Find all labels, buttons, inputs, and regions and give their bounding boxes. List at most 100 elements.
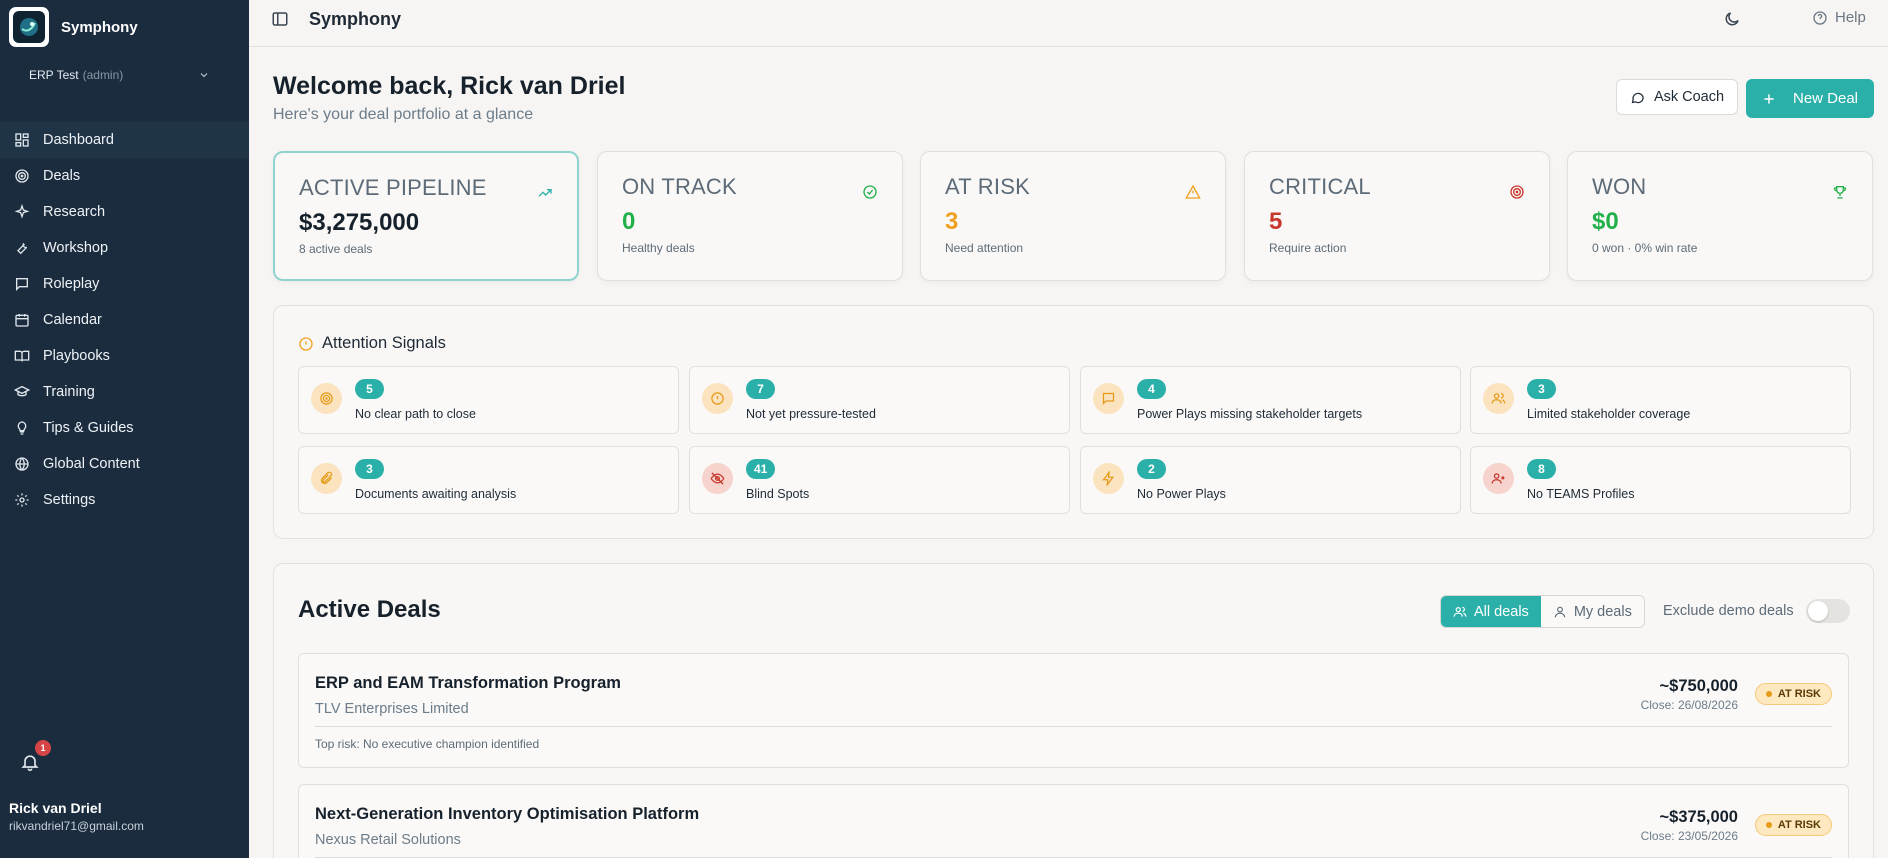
new-deal-button[interactable]: New Deal	[1746, 79, 1874, 118]
deal-top-risk: Top risk: No executive champion identifi…	[315, 737, 540, 751]
exclude-demo-toggle[interactable]	[1806, 599, 1850, 623]
alert-circle-icon	[299, 336, 313, 351]
stat-value: 0	[622, 208, 636, 235]
signal-card[interactable]: 3 Documents awaiting analysis	[298, 446, 679, 514]
calendar-icon	[15, 314, 29, 327]
stat-value: $3,275,000	[299, 209, 420, 236]
paperclip-icon	[320, 471, 333, 485]
sidebar-item-research[interactable]: Research	[0, 194, 249, 230]
app-logo	[9, 7, 49, 47]
stat-card-won[interactable]: WON $0 0 won · 0% win rate	[1567, 151, 1873, 281]
my-deals-button[interactable]: My deals	[1540, 596, 1644, 627]
divider	[315, 726, 1832, 727]
sidebar-item-training[interactable]: Training	[0, 374, 249, 410]
sidebar-item-label: Research	[43, 204, 106, 220]
sidebar-item-label: Settings	[43, 492, 96, 508]
alert-triangle-icon	[1185, 184, 1201, 199]
stat-value: 5	[1269, 208, 1283, 235]
stat-card-active-pipeline[interactable]: ACTIVE PIPELINE $3,275,000 8 active deal…	[273, 151, 579, 281]
signal-label: Not yet pressure-tested	[746, 407, 876, 421]
signal-count: 7	[746, 379, 775, 399]
all-deals-button[interactable]: All deals	[1441, 596, 1541, 627]
layout-grid-icon	[15, 133, 29, 147]
sidebar-toggle-icon[interactable]	[271, 10, 289, 28]
sidebar-item-label: Workshop	[43, 240, 109, 256]
attention-signals-panel: Attention Signals 5 No clear path to clo…	[273, 305, 1874, 539]
signal-card[interactable]: 4 Power Plays missing stakeholder target…	[1080, 366, 1461, 434]
org-select[interactable]: ERP Test (admin)	[17, 60, 222, 90]
signal-label: Power Plays missing stakeholder targets	[1137, 407, 1363, 421]
target-icon	[320, 392, 333, 405]
sidebar-item-dashboard[interactable]: Dashboard	[0, 122, 249, 158]
deal-company: TLV Enterprises Limited	[315, 701, 469, 717]
sidebar-item-settings[interactable]: Settings	[0, 482, 249, 518]
chevron-down-icon	[200, 73, 208, 78]
stat-value: 3	[945, 208, 959, 235]
deal-card[interactable]: Next-Generation Inventory Optimisation P…	[298, 784, 1849, 858]
deal-amount: ~$375,000	[1659, 808, 1738, 826]
signal-label: Blind Spots	[746, 487, 810, 501]
deal-name: Next-Generation Inventory Optimisation P…	[315, 805, 700, 823]
deal-name: ERP and EAM Transformation Program	[315, 674, 621, 692]
help-button[interactable]: Help	[1812, 9, 1866, 26]
signal-count: 5	[355, 379, 384, 399]
help-label: Help	[1835, 9, 1866, 26]
sidebar-item-label: Roleplay	[43, 276, 100, 292]
sidebar-item-label: Playbooks	[43, 348, 110, 364]
stat-card-on-track[interactable]: ON TRACK 0 Healthy deals	[597, 151, 903, 281]
sidebar-item-label: Training	[43, 384, 95, 400]
gear-icon	[15, 493, 29, 507]
page-title: Symphony	[309, 9, 402, 29]
signal-card[interactable]: 7 Not yet pressure-tested	[689, 366, 1070, 434]
brand[interactable]: Symphony	[9, 7, 138, 47]
users-icon	[1453, 606, 1467, 617]
sidebar-item-calendar[interactable]: Calendar	[0, 302, 249, 338]
sidebar-item-workshop[interactable]: Workshop	[0, 230, 249, 266]
active-deals-panel: Active Deals All deals My deals Exclude …	[273, 563, 1874, 858]
sidebar-item-label: Dashboard	[43, 132, 114, 148]
deal-company: Nexus Retail Solutions	[315, 832, 461, 848]
exclude-demo-label: Exclude demo deals	[1663, 603, 1794, 619]
sidebar-item-roleplay[interactable]: Roleplay	[0, 266, 249, 302]
app-name: Symphony	[61, 18, 138, 36]
top-bar: Symphony Help	[249, 0, 1888, 47]
signal-label: No clear path to close	[355, 407, 476, 421]
sidebar-item-label: Tips & Guides	[43, 420, 134, 436]
users-icon	[1491, 392, 1506, 404]
trophy-icon	[1833, 186, 1847, 199]
sidebar-item-playbooks[interactable]: Playbooks	[0, 338, 249, 374]
deal-amount: ~$750,000	[1659, 677, 1738, 695]
user-name: Rick van Driel	[9, 800, 102, 816]
sidebar-item-deals[interactable]: Deals	[0, 158, 249, 194]
deal-close-date: Close: 23/05/2026	[1640, 829, 1738, 843]
target-icon	[15, 169, 29, 183]
help-circle-icon	[1813, 10, 1827, 25]
user-x-icon	[1491, 473, 1505, 484]
sidebar-item-label: Calendar	[43, 312, 102, 328]
signal-card[interactable]: 41 Blind Spots	[689, 446, 1070, 514]
active-deals-title: Active Deals	[298, 596, 441, 623]
signal-card[interactable]: 8 No TEAMS Profiles	[1470, 446, 1851, 514]
status-badge: AT RISK	[1754, 814, 1832, 836]
signal-count: 4	[1137, 379, 1166, 399]
sparkles-icon	[14, 204, 30, 219]
status-badge: AT RISK	[1754, 683, 1832, 705]
stat-card-at-risk[interactable]: AT RISK 3 Need attention	[920, 151, 1226, 281]
stat-card-critical[interactable]: CRITICAL 5 Require action	[1244, 151, 1550, 281]
sidebar-item-global-content[interactable]: Global Content	[0, 446, 249, 482]
org-name: ERP Test	[29, 68, 79, 82]
message-square-icon	[1102, 392, 1115, 406]
deal-card[interactable]: ERP and EAM Transformation Program TLV E…	[298, 653, 1849, 768]
message-circle-icon	[1631, 92, 1644, 103]
eye-off-icon	[710, 472, 725, 485]
check-circle-icon	[863, 185, 877, 199]
signal-count: 3	[1527, 379, 1556, 399]
moon-icon[interactable]	[1723, 10, 1741, 28]
bell-icon[interactable]	[20, 752, 40, 772]
signal-card[interactable]: 5 No clear path to close	[298, 366, 679, 434]
sidebar-item-tips-guides[interactable]: Tips & Guides	[0, 410, 249, 446]
wrench-icon	[17, 242, 28, 255]
signal-card[interactable]: 3 Limited stakeholder coverage	[1470, 366, 1851, 434]
signal-card[interactable]: 2 No Power Plays	[1080, 446, 1461, 514]
ask-coach-button[interactable]: Ask Coach	[1616, 79, 1738, 115]
